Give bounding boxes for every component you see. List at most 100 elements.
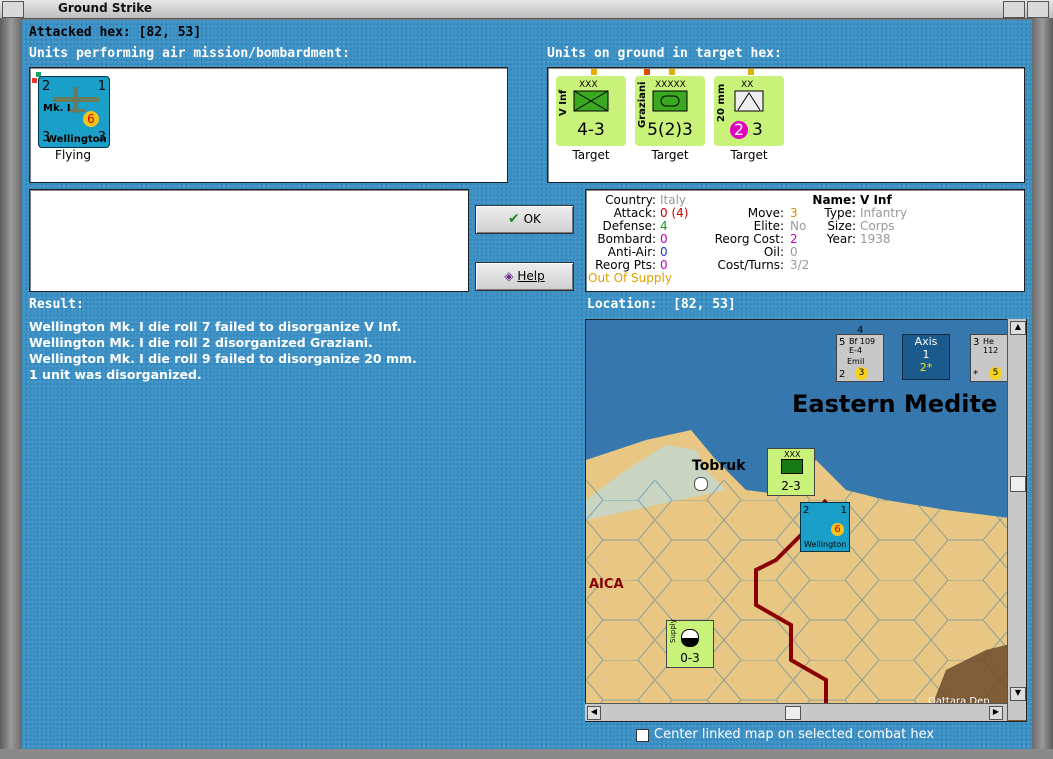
help-button[interactable]: ◈ Help [475, 262, 574, 291]
result-line: 1 unit was disorganized. [29, 367, 202, 382]
ground-unit-status: Target [730, 148, 768, 162]
message-panel [29, 189, 469, 292]
dialog-body: Attacked hex: [82, 53] Units performing … [22, 20, 1032, 749]
air-units-heading: Units performing air mission/bombardment… [29, 46, 350, 61]
horizontal-scroll-thumb[interactable] [785, 706, 801, 720]
status-dot [644, 69, 650, 75]
ok-button[interactable]: ✔ OK [475, 205, 574, 234]
map-unit-name: Bf 109 E-4 [849, 337, 876, 355]
info-supply-status: Out Of Supply [588, 271, 672, 285]
info-label: Year: [826, 232, 856, 246]
location-label: Location: [82, 53] [587, 297, 736, 312]
infantry-symbol-icon [573, 90, 609, 112]
center-map-checkbox-label[interactable]: Center linked map on selected combat hex [654, 727, 934, 742]
counter-stats: 5(2)3 [647, 120, 693, 140]
status-dot [32, 78, 37, 83]
map-unit-side-label: Supply [669, 619, 677, 643]
disorganized-badge: 2 [730, 121, 748, 139]
map-unit-badge: 3 [855, 367, 868, 380]
axis-box-line: 1 [922, 348, 930, 361]
scroll-down-icon[interactable]: ▼ [1010, 687, 1026, 701]
map-axis-box[interactable]: Axis 1 2* [902, 334, 950, 380]
result-line: Wellington Mk. I die roll 7 failed to di… [29, 319, 402, 334]
scroll-left-icon[interactable]: ◀ [587, 706, 601, 720]
antiair-symbol-icon [734, 90, 764, 112]
mini-map[interactable]: Eastern Medite Tobruk AICA Qattara Dep 4… [585, 319, 1027, 722]
unit-info-grid: Country: Italy Attack: 0 (4) Defense: 4 … [586, 194, 1024, 289]
title-bar[interactable]: Ground Strike [0, 0, 1053, 19]
vertical-scroll-thumb[interactable] [1010, 476, 1026, 492]
status-dot [591, 69, 597, 75]
status-dot [669, 69, 675, 75]
checkmark-icon: ✔ [508, 211, 520, 227]
map-unit-badge: 6 [831, 523, 844, 536]
result-line: Wellington Mk. I die roll 2 disorganized… [29, 335, 373, 350]
map-unit-value: * [973, 369, 978, 380]
map-unit-symbol-icon [781, 459, 803, 474]
help-book-icon: ◈ [504, 269, 514, 283]
counter-side-label: 20 mm [716, 83, 727, 122]
ground-unit-status: Target [651, 148, 689, 162]
map-region-label: AICA [589, 577, 624, 592]
counter-size: XX [741, 80, 754, 90]
right-border [1032, 18, 1053, 759]
info-year: 1938 [860, 232, 891, 246]
map-unit-name: Wellington [804, 540, 847, 549]
map-unit-value: 2 [803, 505, 810, 516]
map-unit-badge: 5 [989, 367, 1002, 380]
map-city-label[interactable]: Tobruk [692, 458, 746, 474]
air-units-panel[interactable]: 2 1 Mk. I 6 3 3 Wellington Flying [29, 67, 508, 183]
ground-unit-counter-v-inf[interactable]: V Inf XXX 4-3 [556, 76, 626, 146]
ground-units-heading: Units on ground in target hex: [547, 46, 782, 61]
map-unit-bf109[interactable]: 4 5 Bf 109 E-4 Emil 2 3 [836, 325, 884, 382]
counter-size: XXXXX [655, 80, 686, 90]
map-unit-stats: 2-3 [781, 479, 801, 493]
map-unit-sub: Emil [847, 357, 865, 366]
scroll-right-icon[interactable]: ▶ [989, 706, 1003, 720]
counter-name: Wellington [46, 134, 107, 145]
air-unit-status: Flying [55, 148, 91, 162]
ground-unit-counter-graziani[interactable]: Graziani XXXXX 5(2)3 [635, 76, 705, 146]
ground-units-panel[interactable]: V Inf XXX 4-3 Target Graziani XXXXX 5(2)… [547, 67, 1025, 183]
window-frame: Ground Strike Attacked hex: [82, 53] Uni… [0, 0, 1053, 759]
maximize-button[interactable] [1027, 1, 1049, 18]
counter-badge: 6 [83, 111, 99, 127]
map-unit-supply[interactable]: Supply 0-3 [666, 619, 714, 668]
counter-model: Mk. I [43, 103, 71, 114]
map-unit-value: 1 [840, 505, 847, 516]
map-unit-tobruk-inf[interactable]: XXX 2-3 [767, 448, 815, 496]
map-unit-stats: 0-3 [680, 651, 700, 665]
map-vertical-scrollbar[interactable]: ▲ ▼ [1007, 319, 1026, 720]
map-unit-value: 5 [839, 337, 846, 348]
minimize-button[interactable] [1003, 1, 1025, 18]
map-unit-value: 4 [857, 325, 864, 336]
air-unit-counter-wellington[interactable]: 2 1 Mk. I 6 3 3 Wellington [38, 76, 110, 148]
bottom-border [0, 749, 1053, 759]
attacked-hex-label: Attacked hex: [82, 53] [29, 25, 202, 40]
system-menu-button[interactable] [2, 1, 24, 18]
map-unit-value: 2 [839, 369, 846, 380]
armor-symbol-icon [652, 90, 688, 112]
ok-button-label: OK [523, 212, 541, 226]
help-button-label: Help [517, 269, 545, 283]
scroll-up-icon[interactable]: ▲ [1010, 321, 1026, 335]
map-unit-he112[interactable]: 3 He 112 * 5 [970, 334, 1012, 382]
info-cost-turns: 3/2 [790, 258, 810, 272]
map-horizontal-scrollbar[interactable]: ◀ ▶ [585, 703, 1007, 721]
status-dot [748, 69, 754, 75]
port-anchor-icon [694, 477, 708, 491]
counter-stats: 4-3 [577, 120, 605, 140]
center-map-checkbox[interactable] [636, 729, 649, 742]
ground-unit-counter-20mm[interactable]: 20 mm XX 2 3 [714, 76, 784, 146]
result-heading: Result: [29, 297, 84, 312]
supply-icon [681, 629, 699, 647]
result-line: Wellington Mk. I die roll 9 failed to di… [29, 351, 417, 366]
left-border [0, 18, 22, 759]
unit-info-panel: Country: Italy Attack: 0 (4) Defense: 4 … [585, 189, 1025, 292]
counter-size: XXX [579, 80, 598, 90]
map-unit-wellington[interactable]: 2 1 6 Wellington [800, 502, 850, 552]
ground-unit-status: Target [572, 148, 610, 162]
counter-side-label: V Inf [558, 89, 569, 116]
counter-stats: 3 [752, 120, 763, 140]
map-unit-value: 3 [973, 337, 980, 348]
